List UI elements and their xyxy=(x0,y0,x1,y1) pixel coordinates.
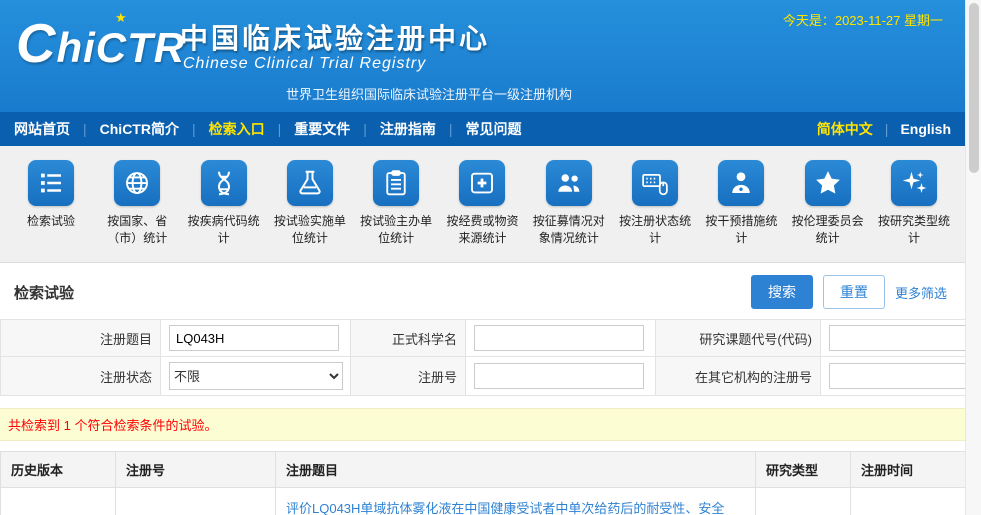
toolbar-item-label: 按试验实施单位统计 xyxy=(272,213,348,247)
toolbar-item-by-country[interactable]: 按国家、省（市）统计 xyxy=(94,160,180,262)
logo-text: ChiCTR xyxy=(16,12,185,75)
registration-status-select[interactable]: 不限 xyxy=(169,362,343,390)
site-logo[interactable]: ChiCTR ★ xyxy=(16,12,185,75)
people-icon xyxy=(546,160,592,206)
toolbar-item-by-recruitment[interactable]: 按征募情况对象情况统计 xyxy=(526,160,612,262)
main-nav: 网站首页 ChiCTR简介 检索入口 重要文件 注册指南 常见问题 简体中文 E… xyxy=(0,112,965,146)
nav-item-faq[interactable]: 常见问题 xyxy=(436,119,522,139)
toolbar-item-label: 按国家、省（市）统计 xyxy=(99,213,175,247)
field-label-scientific-name: 正式科学名 xyxy=(351,320,466,357)
field-label-registration-status: 注册状态 xyxy=(1,357,161,396)
search-actions: 搜索 重置 更多筛选 xyxy=(751,275,947,309)
site-header: ChiCTR ★ 中国临床试验注册中心 Chinese Clinical Tri… xyxy=(0,0,965,112)
toolbar-item-label: 按干预措施统计 xyxy=(703,213,779,247)
other-registry-number-input[interactable] xyxy=(829,363,981,389)
form-row: 注册题目 正式科学名 研究课题代号(代码) xyxy=(1,320,966,357)
toolbar-item-by-registration-status[interactable]: 按注册状态统计 xyxy=(612,160,698,262)
nav-item-home[interactable]: 网站首页 xyxy=(14,119,70,139)
column-header-reg-date: 注册时间 xyxy=(851,452,966,488)
star-icon xyxy=(805,160,851,206)
nav-item-documents[interactable]: 重要文件 xyxy=(265,119,351,139)
field-label-other-registry-number: 在其它机构的注册号 xyxy=(656,357,821,396)
statistics-toolbar: 检索试验 按国家、省（市）统计 按疾病代码统计 按试验实施单位统计 按试验主办单 xyxy=(0,146,965,263)
toolbar-item-label: 按研究类型统计 xyxy=(876,213,952,247)
toolbar-item-label: 检索试验 xyxy=(13,213,89,230)
keyboard-mouse-icon xyxy=(632,160,678,206)
scrollbar-thumb[interactable] xyxy=(969,3,979,173)
search-form-table: 注册题目 正式科学名 研究课题代号(代码) 注册状态 不限 注册号 在其它机构的… xyxy=(0,319,966,396)
study-type-cell: 干预性研究 xyxy=(756,488,851,515)
toolbar-item-by-sponsor-unit[interactable]: 按试验主办单位统计 xyxy=(353,160,439,262)
column-header-study-type: 研究类型 xyxy=(756,452,851,488)
reset-button[interactable]: 重置 xyxy=(823,275,885,309)
field-label-registration-number: 注册号 xyxy=(351,357,466,396)
results-header-row: 历史版本 注册号 注册题目 研究类型 注册时间 xyxy=(1,452,966,488)
sparkles-icon xyxy=(891,160,937,206)
scientific-name-input[interactable] xyxy=(474,325,644,351)
lang-chinese-link[interactable]: 简体中文 xyxy=(817,119,873,139)
toolbar-item-by-ethics-committee[interactable]: 按伦理委员会统计 xyxy=(785,160,871,262)
toolbar-item-label: 按注册状态统计 xyxy=(617,213,693,247)
registration-number-cell: ChiCTR2300069500 xyxy=(116,488,276,515)
toolbar-item-by-funding-source[interactable]: 按经费或物资来源统计 xyxy=(439,160,525,262)
flask-icon xyxy=(287,160,333,206)
logo-star-icon: ★ xyxy=(115,10,127,26)
toolbar-item-label: 按伦理委员会统计 xyxy=(790,213,866,247)
dna-icon xyxy=(201,160,247,206)
doctor-icon xyxy=(718,160,764,206)
toolbar-item-by-intervention[interactable]: 按干预措施统计 xyxy=(698,160,784,262)
trial-title-link[interactable]: 评价LQ043H单域抗体雾化液在中国健康受试者中单次给药后的耐受性、安全性、… xyxy=(286,501,724,515)
more-filters-link[interactable]: 更多筛选 xyxy=(895,283,947,302)
toolbar-item-by-study-type[interactable]: 按研究类型统计 xyxy=(871,160,957,262)
medical-box-icon xyxy=(459,160,505,206)
search-button[interactable]: 搜索 xyxy=(751,275,813,309)
vertical-scrollbar[interactable] xyxy=(965,0,981,515)
nav-item-search-entry[interactable]: 检索入口 xyxy=(179,119,265,139)
toolbar-item-by-disease-code[interactable]: 按疾病代码统计 xyxy=(181,160,267,262)
table-row: 历史版本 ChiCTR2300069500 评价LQ043H单域抗体雾化液在中国… xyxy=(1,488,966,515)
site-title-zh: 中国临床试验注册中心 xyxy=(180,17,490,57)
toolbar-item-search-trials[interactable]: 检索试验 xyxy=(8,160,94,262)
results-table: 历史版本 注册号 注册题目 研究类型 注册时间 历史版本 ChiCTR23000… xyxy=(0,451,966,515)
lang-english-link[interactable]: English xyxy=(873,121,951,137)
nav-items: 网站首页 ChiCTR简介 检索入口 重要文件 注册指南 常见问题 xyxy=(14,119,817,139)
section-title: 检索试验 xyxy=(14,282,74,303)
chictr-page: ChiCTR ★ 中国临床试验注册中心 Chinese Clinical Tri… xyxy=(0,0,965,515)
globe-icon xyxy=(114,160,160,206)
column-header-title: 注册题目 xyxy=(276,452,756,488)
field-label-registration-title: 注册题目 xyxy=(1,320,161,357)
nav-item-guide[interactable]: 注册指南 xyxy=(350,119,436,139)
toolbar-item-label: 按疾病代码统计 xyxy=(186,213,262,247)
registration-date-cell: 2023/03/20 xyxy=(851,488,966,515)
project-code-input[interactable] xyxy=(829,325,981,351)
registration-number-input[interactable] xyxy=(474,363,644,389)
nav-item-about[interactable]: ChiCTR简介 xyxy=(70,119,179,139)
column-header-reg-no: 注册号 xyxy=(116,452,276,488)
column-header-history: 历史版本 xyxy=(1,452,116,488)
field-label-project-code: 研究课题代号(代码) xyxy=(656,320,821,357)
language-switcher: 简体中文 English xyxy=(817,119,951,139)
current-date: 今天是：2023-11-27 星期一 xyxy=(783,10,943,29)
clipboard-icon xyxy=(373,160,419,206)
toolbar-item-label: 按试验主办单位统计 xyxy=(358,213,434,247)
toolbar-item-label: 按经费或物资来源统计 xyxy=(444,213,520,247)
site-title-en: Chinese Clinical Trial Registry xyxy=(183,55,426,73)
toolbar-item-label: 按征募情况对象情况统计 xyxy=(531,213,607,247)
site-subtitle: 世界卫生组织国际临床试验注册平台一级注册机构 xyxy=(286,84,572,103)
registration-title-cell: 评价LQ043H单域抗体雾化液在中国健康受试者中单次给药后的耐受性、安全性、… … xyxy=(276,488,756,515)
registration-title-input[interactable] xyxy=(169,325,339,351)
list-123-icon xyxy=(28,160,74,206)
form-row: 注册状态 不限 注册号 在其它机构的注册号 xyxy=(1,357,966,396)
result-count-message: 共检索到 1 个符合检索条件的试验。 xyxy=(0,408,965,441)
toolbar-item-by-implementing-unit[interactable]: 按试验实施单位统计 xyxy=(267,160,353,262)
search-section-header: 检索试验 搜索 重置 更多筛选 xyxy=(0,263,965,319)
